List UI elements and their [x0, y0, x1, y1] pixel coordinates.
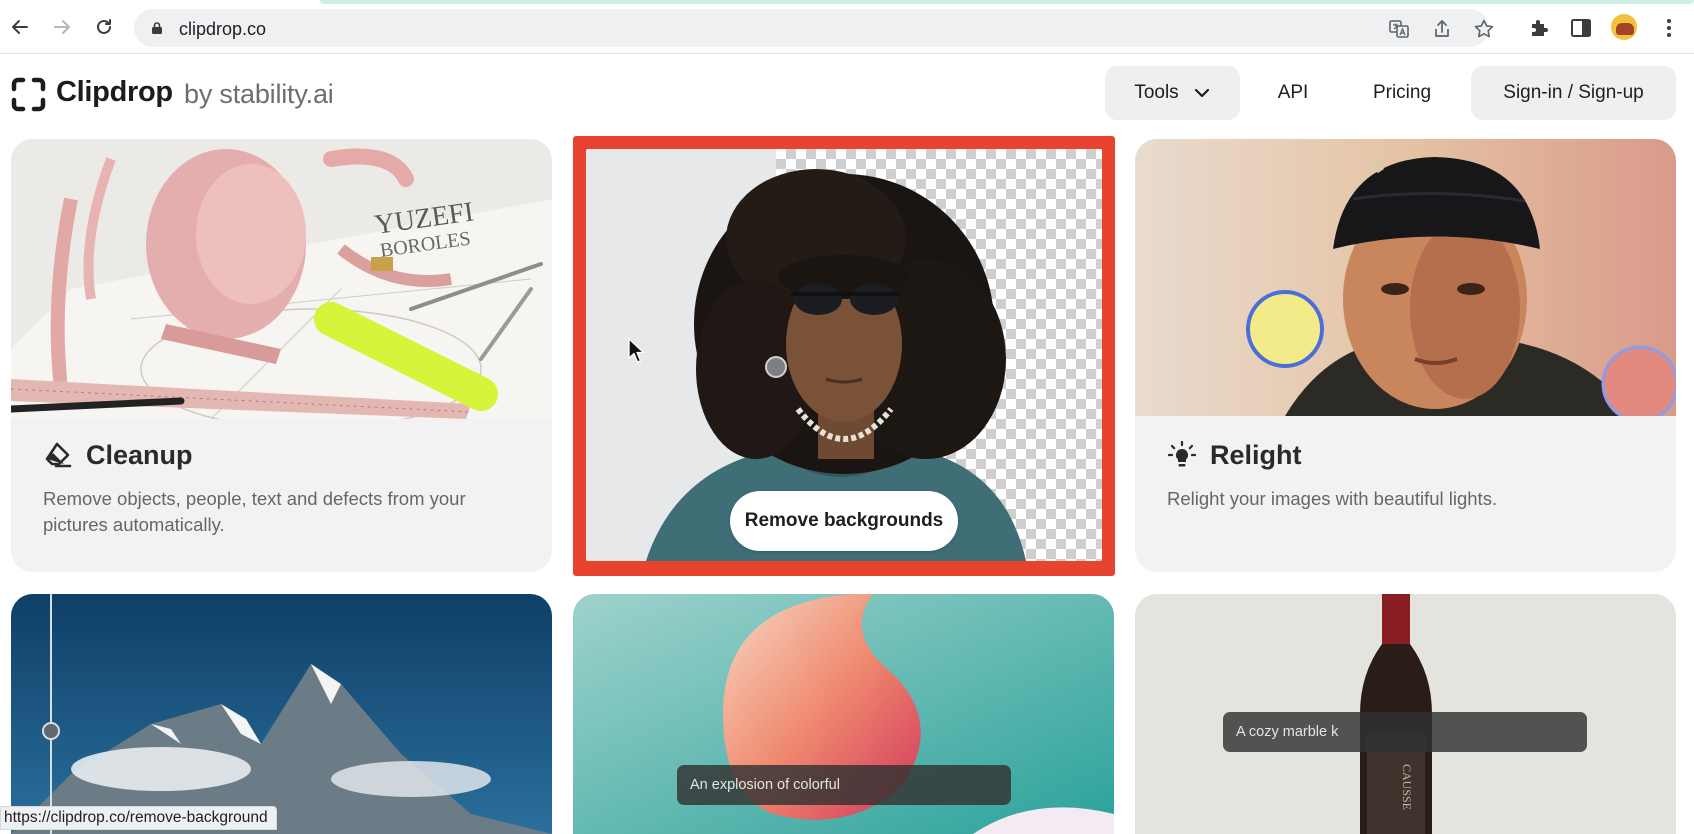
browser-toolbar: clipdrop.co: [0, 0, 1694, 54]
brand-name[interactable]: Clipdrop: [56, 76, 173, 109]
tools-label: Tools: [1134, 82, 1179, 103]
status-bar-url: https://clipdrop.co/remove-background: [0, 806, 277, 830]
relight-illustration: [1135, 139, 1676, 416]
relight-image: [1135, 139, 1676, 416]
svg-text:CAUSSE: CAUSSE: [1400, 764, 1414, 810]
back-button[interactable]: [6, 13, 34, 41]
bookmark-star-icon[interactable]: [1473, 18, 1495, 40]
share-icon[interactable]: [1431, 18, 1453, 40]
tool-card-uncrop[interactable]: [11, 594, 552, 834]
mouse-cursor-icon: [628, 338, 645, 363]
chevron-down-icon: [1194, 88, 1209, 98]
profile-avatar[interactable]: [1611, 14, 1637, 40]
translate-icon[interactable]: [1388, 18, 1410, 40]
clipdrop-logo-icon[interactable]: [11, 77, 46, 112]
tool-card-replace-background[interactable]: CAUSSE A cozy marble k: [1135, 594, 1676, 834]
forward-button[interactable]: [48, 13, 76, 41]
arrow-right-icon: [54, 20, 70, 34]
tools-menu-button[interactable]: Tools: [1105, 66, 1240, 120]
extensions-puzzle-icon[interactable]: [1528, 16, 1552, 40]
brand-suffix: by stability.ai: [184, 79, 334, 109]
tool-card-relight[interactable]: Relight Relight your images with beautif…: [1135, 139, 1676, 572]
arrow-left-icon: [12, 20, 28, 34]
relight-description: Relight your images with beautiful light…: [1167, 488, 1498, 509]
cleanup-illustration: YUZEFI BOROLES: [11, 139, 552, 419]
page-loading-indicator: [320, 0, 1694, 4]
tool-card-stable-diffusion[interactable]: An explosion of colorful: [573, 594, 1114, 834]
eraser-icon: [45, 442, 72, 468]
lightbulb-icon: [1167, 440, 1197, 467]
relight-title: Relight: [1210, 440, 1302, 470]
pricing-link[interactable]: Pricing: [1362, 66, 1442, 120]
prompt-input-preview: An explosion of colorful: [677, 765, 1011, 805]
lock-icon: [152, 22, 162, 34]
reload-icon: [97, 19, 111, 34]
address-bar[interactable]: clipdrop.co: [134, 9, 1494, 47]
more-menu-icon[interactable]: [1657, 16, 1681, 40]
remove-backgrounds-button[interactable]: Remove backgrounds: [730, 491, 958, 551]
cleanup-description: Remove objects, people, text and defects…: [43, 488, 466, 535]
reload-button[interactable]: [90, 13, 118, 41]
side-panel-icon[interactable]: [1569, 16, 1593, 40]
tool-card-cleanup[interactable]: YUZEFI BOROLES Cleanup Remove objects, p…: [11, 139, 552, 572]
api-link[interactable]: API: [1265, 66, 1321, 120]
prompt-input-preview-2: A cozy marble k: [1223, 712, 1587, 752]
mountain-illustration: [11, 594, 552, 834]
address-url[interactable]: clipdrop.co: [179, 19, 266, 40]
cleanup-title: Cleanup: [86, 440, 193, 470]
cleanup-image: YUZEFI BOROLES: [11, 139, 552, 419]
sign-in-button[interactable]: Sign-in / Sign-up: [1471, 66, 1676, 120]
